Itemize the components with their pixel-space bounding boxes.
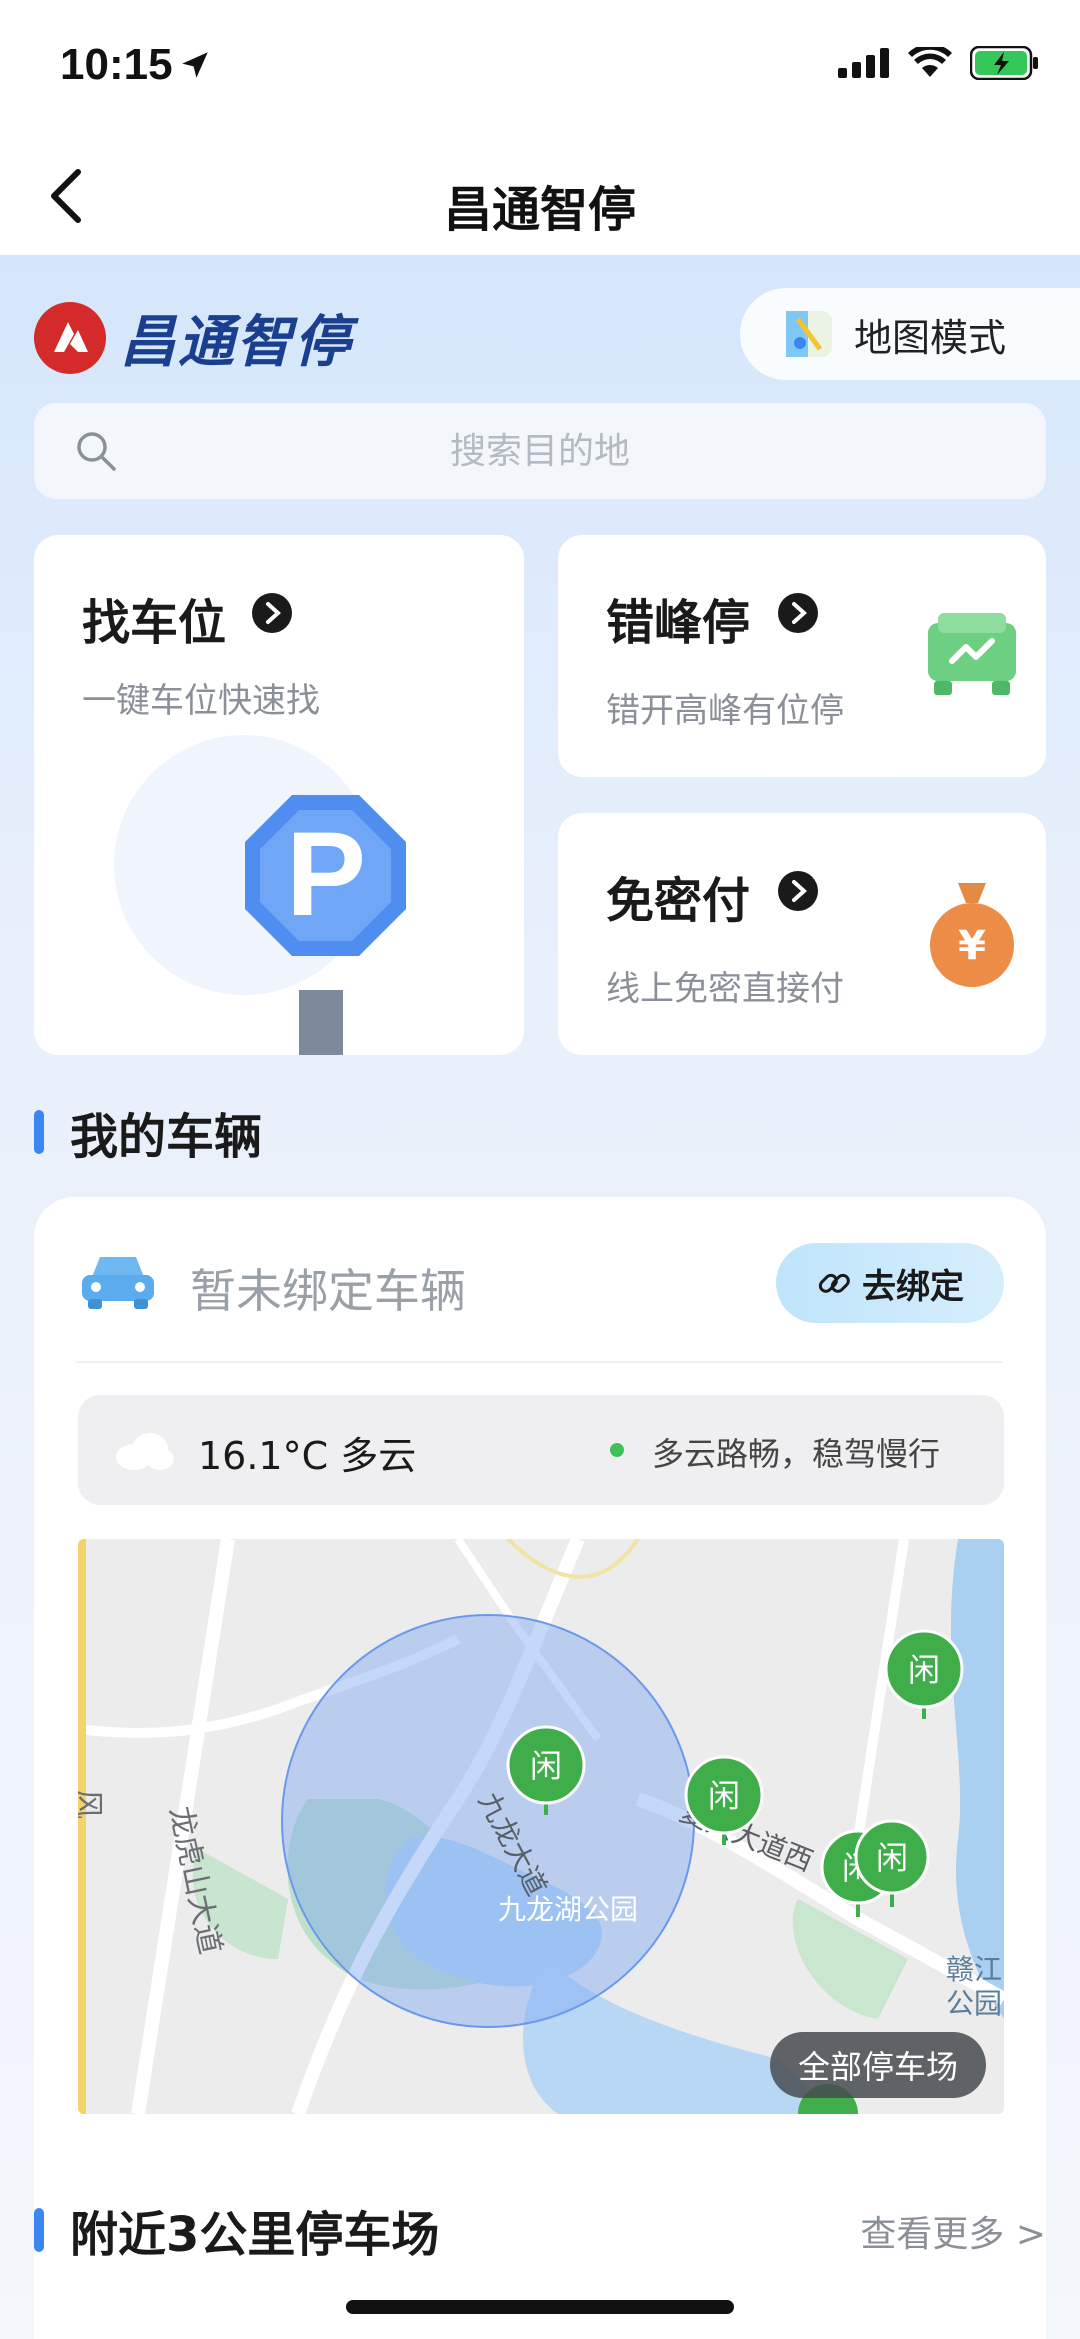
password-free-pay-subtitle: 线上免密直接付 — [606, 969, 844, 1009]
svg-text:风: 风 — [78, 1789, 105, 1819]
bind-vehicle-label: 去绑定 — [862, 1266, 964, 1307]
brand-logo-icon — [34, 301, 106, 374]
car-chart-icon — [928, 613, 1016, 695]
all-parking-button[interactable]: 全部停车场 — [769, 2032, 986, 2098]
location-arrow-icon — [182, 52, 208, 78]
svg-text:赣江: 赣江 — [946, 1953, 1002, 1986]
search-icon — [77, 432, 116, 471]
main-content: 昌通智停 地图模式 找车位 一键车位快速找 P — [0, 255, 1080, 2339]
section-marker — [34, 2208, 44, 2252]
nearby-header: 附近3公里停车场 — [34, 2195, 439, 2265]
weather-status-dot — [610, 1443, 624, 1457]
nearby-map[interactable]: 龙虎山大道 风 九龙湖公园 九龙大道 复兴大道西 赣江 公园 闲 闲 — [78, 1539, 1004, 2114]
map-canvas: 龙虎山大道 风 九龙湖公园 九龙大道 复兴大道西 赣江 公园 闲 闲 — [78, 1539, 1004, 2114]
off-peak-card[interactable]: 错峰停 错开高峰有位停 — [558, 535, 1046, 777]
password-free-pay-card[interactable]: 免密付 线上免密直接付 ¥ — [558, 813, 1046, 1055]
nav-bar: 昌通智停 — [0, 130, 1080, 255]
parking-sign-icon: P — [114, 735, 406, 1055]
nearby-title: 附近3公里停车场 — [70, 2207, 440, 2263]
home-indicator — [346, 2300, 734, 2314]
link-icon — [818, 1273, 850, 1293]
car-icon — [82, 1257, 154, 1309]
my-vehicles-title: 我的车辆 — [70, 1109, 263, 1165]
off-peak-title: 错峰停 — [606, 595, 751, 651]
svg-text:¥: ¥ — [958, 923, 986, 969]
search-input[interactable] — [34, 403, 1046, 499]
svg-text:九龙湖公园: 九龙湖公园 — [498, 1893, 638, 1926]
off-peak-arrow-icon — [778, 593, 818, 633]
battery-charging-icon — [970, 46, 1038, 80]
section-marker — [34, 1110, 44, 1154]
off-peak-subtitle: 错开高峰有位停 — [606, 691, 844, 731]
password-free-pay-title: 免密付 — [606, 873, 751, 929]
brand-header: 昌通智停 — [34, 297, 352, 378]
svg-text:闲: 闲 — [530, 1747, 562, 1785]
svg-text:P: P — [286, 807, 366, 941]
money-bag-icon: ¥ — [930, 883, 1014, 987]
map-app-icon — [786, 311, 832, 357]
status-time: 10:15 — [60, 40, 173, 89]
find-parking-arrow-icon — [252, 593, 292, 633]
status-bar: 10:15 — [0, 0, 1080, 130]
my-vehicles-header: 我的车辆 — [34, 1097, 262, 1167]
signal-icon — [838, 48, 889, 78]
cloud-icon — [116, 1433, 174, 1470]
weather-advice: 多云路畅，稳驾慢行 — [652, 1435, 941, 1473]
no-vehicle-text: 暂未绑定车辆 — [190, 1264, 466, 1318]
find-parking-title: 找车位 — [82, 595, 227, 651]
page-title: 昌通智停 — [443, 182, 636, 238]
wifi-icon — [908, 47, 952, 77]
map-mode-label: 地图模式 — [854, 315, 1007, 360]
vehicle-panel: 暂未绑定车辆 去绑定 16.1°C 多云 多云路畅，稳驾慢行 龙虎山大道 九龙湖… — [34, 1197, 1046, 2339]
svg-text:公园: 公园 — [946, 1987, 1002, 2020]
bind-vehicle-button[interactable]: 去绑定 — [776, 1243, 1004, 1323]
svg-text:闲: 闲 — [876, 1839, 908, 1877]
map-mode-button[interactable]: 地图模式 — [740, 288, 1080, 380]
view-more-link[interactable]: 查看更多 > — [860, 2205, 1046, 2257]
find-parking-card[interactable]: 找车位 一键车位快速找 P — [34, 535, 524, 1055]
svg-text:闲: 闲 — [708, 1777, 740, 1815]
weather-bar: 16.1°C 多云 多云路畅，稳驾慢行 — [78, 1395, 1004, 1505]
password-free-pay-arrow-icon — [778, 871, 818, 911]
divider — [76, 1361, 1002, 1363]
brand-name: 昌通智停 — [120, 310, 352, 375]
status-icons — [838, 46, 1040, 80]
weather-temp: 16.1°C 多云 — [198, 1434, 417, 1478]
search-bar[interactable] — [34, 403, 1046, 499]
svg-text:闲: 闲 — [908, 1651, 940, 1689]
